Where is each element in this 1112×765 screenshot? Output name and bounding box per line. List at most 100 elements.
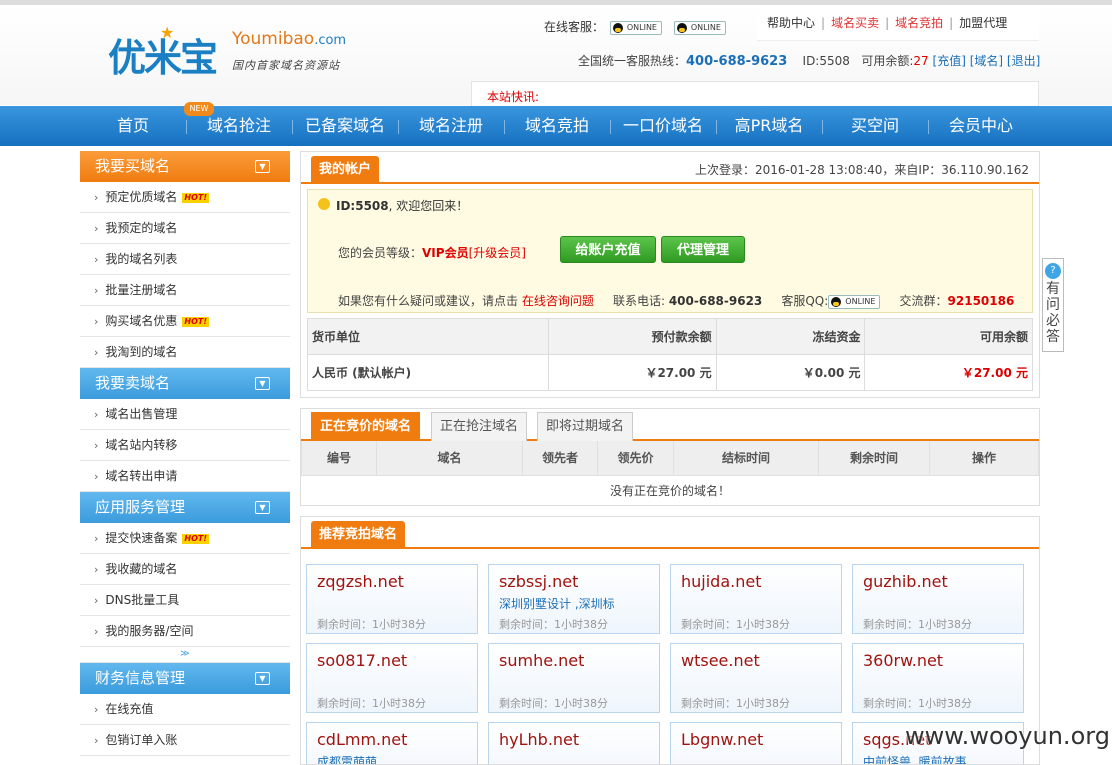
time-left: 剩余时间：1小时38分 (499, 618, 608, 631)
contact-line: 如果您有什么疑问或建议，请点击 在线咨询问题 联系电话: 400-688-962… (338, 294, 1015, 309)
qq-online-icon[interactable]: ONLINE (673, 20, 726, 35)
qq-online-icon[interactable]: ONLINE (828, 294, 881, 309)
online-consult-link[interactable]: 在线咨询问题 (522, 294, 594, 308)
domain-name[interactable]: szbssj.net (499, 572, 578, 591)
domain-card[interactable]: guzhib.net 剩余时间：1小时38分 (852, 564, 1024, 634)
upgrade-link[interactable]: [升级会员] (469, 246, 526, 260)
domain-card[interactable]: cdLmm.net成都雷萌萌剩余时间：1小时38分 (306, 722, 478, 764)
faq-float[interactable]: ? 有问必答 (1042, 258, 1064, 352)
expand-more-icon[interactable]: ≫ (80, 647, 290, 663)
recommend-title: 推荐竞拍域名 (311, 521, 406, 549)
domain-desc: 深圳别墅设计 ,深圳标 (499, 597, 615, 611)
welcome-box: ID:5508, 欢迎您回来！ 您的会员等级：VIP会员[升级会员] 给账户充值… (307, 189, 1033, 313)
domain-name[interactable]: hyLhb.net (499, 730, 579, 749)
funds-table: 货币单位 预付款余额 冻结资金 可用余额 人民币 (默认帐户) ￥27.00 元… (306, 318, 1033, 391)
domain-card[interactable]: szbssj.net 深圳别墅设计 ,深圳标 剩余时间：1小时38分 (488, 564, 660, 634)
domain-card[interactable]: 360rw.net 剩余时间：1小时38分 (852, 643, 1024, 713)
sidebar-section-buy[interactable]: 我要买域名 ▼ (80, 151, 290, 182)
online-service: 在线客服： ONLINE ONLINE (544, 18, 726, 35)
sidebar-item[interactable]: › 预定优质域名 HOT! (80, 182, 290, 213)
top-header: 优米宝 ★ Youmibao.com 国内首家域名资源站 在线客服： ONLIN… (0, 0, 1112, 108)
domain-name[interactable]: 360rw.net (863, 651, 943, 670)
table-row: 人民币 (默认帐户) ￥27.00 元 ￥0.00 元 ￥27.00 元 (306, 354, 1033, 391)
time-left: 剩余时间：1小时38分 (681, 618, 790, 631)
sidebar-item[interactable]: › 批量注册域名 (80, 275, 290, 306)
domain-name[interactable]: cdLmm.net (317, 730, 407, 749)
domain-card[interactable]: wtsee.net 剩余时间：1小时38分 (670, 643, 842, 713)
domain-card[interactable]: Lbgnw.net剩余时间：1小时38分 (670, 722, 842, 764)
sidebar-item[interactable]: › 包销订单入账 (80, 725, 290, 756)
time-left: 剩余时间：1小时38分 (317, 697, 426, 710)
domain-name[interactable]: so0817.net (317, 651, 407, 670)
sidebar-item[interactable]: › 我预定的域名 (80, 213, 290, 244)
logout-link[interactable]: [退出] (1007, 54, 1040, 68)
domain-name[interactable]: sumhe.net (499, 651, 584, 670)
tab-expiring[interactable]: 即将过期域名 (537, 412, 634, 441)
domain-name[interactable]: Lbgnw.net (681, 730, 763, 749)
domain-trade-link[interactable]: 域名买卖 (831, 16, 879, 30)
domain-link[interactable]: [域名] (970, 54, 1003, 68)
collapse-icon[interactable]: ▼ (255, 160, 270, 173)
time-left: 剩余时间：1小时38分 (681, 697, 790, 710)
recharge-button[interactable]: 给账户充值 (560, 236, 656, 263)
domain-card[interactable]: zqgzsh.net 剩余时间：1小时38分 (306, 564, 478, 634)
nav-fixed-price[interactable]: 一口价域名 (610, 106, 716, 146)
top-links: 帮助中心 | 域名买卖 | 域名竞拍 | 加盟代理 (757, 13, 1039, 41)
nav-high-pr[interactable]: 高PR域名 (716, 106, 822, 146)
domain-card[interactable]: so0817.net 剩余时间：1小时38分 (306, 643, 478, 713)
tab-bidding[interactable]: 正在竞价的域名 (311, 412, 421, 441)
collapse-icon[interactable]: ▼ (255, 672, 270, 685)
domain-desc: 中前怪兽 ,暖前故事 (863, 755, 967, 764)
nav-member-center[interactable]: 会员中心 (928, 106, 1034, 146)
recharge-link[interactable]: [充值] (933, 54, 966, 68)
last-login: 上次登录：2016-01-28 13:08:40，来自IP：36.110.90.… (694, 163, 1029, 177)
col-currency: 货币单位 (306, 318, 550, 355)
collapse-icon[interactable]: ▼ (255, 377, 270, 390)
domain-card[interactable]: hujida.net 剩余时间：1小时38分 (670, 564, 842, 634)
domain-auction-link[interactable]: 域名竞拍 (895, 16, 943, 30)
domain-name[interactable]: guzhib.net (863, 572, 948, 591)
sidebar-item[interactable]: › 我的域名列表 (80, 244, 290, 275)
help-center-link[interactable]: 帮助中心 (767, 16, 815, 30)
empty-message: 没有正在竞价的域名！ (609, 483, 730, 498)
sidebar-section-sell[interactable]: 我要卖域名 ▼ (80, 368, 290, 399)
sidebar-item[interactable]: › 我的服务器/空间 (80, 616, 290, 647)
sidebar-item[interactable]: › 我收藏的域名 (80, 554, 290, 585)
watermark: www.wooyun.org (905, 722, 1110, 750)
nav-domain-auction[interactable]: 域名竞拍 (504, 106, 610, 146)
nav-buy-space[interactable]: 买空间 (822, 106, 928, 146)
domain-name[interactable]: zqgzsh.net (317, 572, 404, 591)
domain-card[interactable]: hyLhb.net剩余时间：1小时38分 (488, 722, 660, 764)
agent-manage-button[interactable]: 代理管理 (661, 236, 745, 263)
collapse-icon[interactable]: ▼ (255, 501, 270, 514)
sidebar-item[interactable]: › DNS批量工具 (80, 585, 290, 616)
new-badge: NEW (184, 102, 214, 116)
nav-filed-domains[interactable]: 已备案域名 (292, 106, 398, 146)
tab-snapping[interactable]: 正在抢注域名 (431, 412, 528, 441)
sidebar-item[interactable]: › 域名转出申请 (80, 461, 290, 492)
qq-online-icon[interactable]: ONLINE (609, 20, 662, 35)
nav-domain-register[interactable]: 域名注册 (398, 106, 504, 146)
sidebar-section-finance[interactable]: 财务信息管理 ▼ (80, 663, 290, 694)
hot-badge: HOT! (182, 192, 210, 203)
sidebar-section-services[interactable]: 应用服务管理 ▼ (80, 492, 290, 523)
col-available: 可用余额 (864, 318, 1033, 355)
domain-card[interactable]: sumhe.net 剩余时间：1小时38分 (488, 643, 660, 713)
agent-join-link[interactable]: 加盟代理 (959, 16, 1007, 30)
sidebar-item[interactable]: › 提交快速备案 HOT! (80, 523, 290, 554)
bidding-panel: 正在竞价的域名 正在抢注域名 即将过期域名 编号 域名 领先者 领先价 结标时间… (300, 408, 1040, 506)
sidebar-item[interactable]: › 域名站内转移 (80, 430, 290, 461)
sidebar-item[interactable]: › 我淘到的域名 (80, 337, 290, 368)
sidebar-item[interactable]: › 域名出售管理 (80, 399, 290, 430)
domain-name[interactable]: wtsee.net (681, 651, 760, 670)
time-left: 剩余时间：1小时38分 (863, 697, 972, 710)
nav-home[interactable]: 首页 (80, 106, 186, 146)
time-left: 剩余时间：1小时38分 (499, 697, 608, 710)
sidebar-item[interactable]: › 购买域名优惠 HOT! (80, 306, 290, 337)
col-prepaid: 预付款余额 (548, 318, 717, 355)
domain-desc: 成都雷萌萌 (317, 755, 378, 764)
user-id: ID:5508 (802, 54, 850, 68)
sidebar-item[interactable]: › 在线充值 (80, 694, 290, 725)
domain-name[interactable]: hujida.net (681, 572, 761, 591)
site-logo[interactable]: 优米宝 ★ Youmibao.com 国内首家域名资源站 (108, 23, 358, 83)
